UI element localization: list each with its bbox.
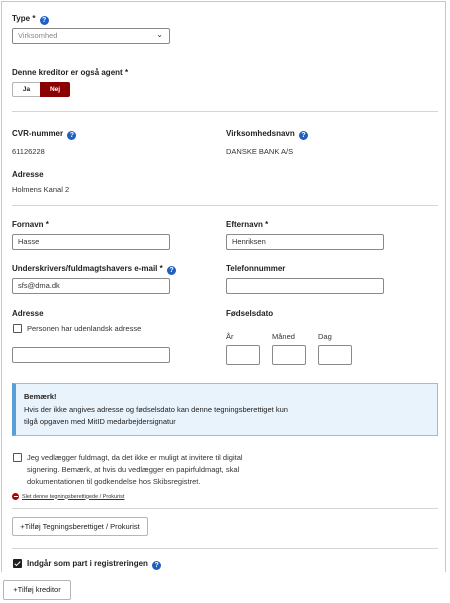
address-top-value: Holmens Kanal 2 (12, 185, 70, 194)
birthdate-label: Fødselsdato (226, 309, 274, 318)
notice-line-1: Hvis der ikke angives adresse og fødsels… (24, 405, 288, 414)
firstname-label: Fornavn * (12, 220, 49, 229)
help-icon[interactable]: ? (67, 131, 77, 140)
agent-yes-button[interactable]: Ja (12, 82, 40, 97)
cvr-label-text: CVR-nummer (12, 129, 64, 138)
required-marker: * (32, 14, 36, 23)
year-input[interactable] (226, 345, 260, 365)
foreign-address-label: Personen har udenlandsk adresse (27, 324, 142, 333)
phone-input[interactable] (226, 278, 384, 294)
attach-line-3: dokumentationen til godkendelse hos Skib… (27, 477, 201, 486)
notice-box: Bemærk! Hvis der ikke angives adresse og… (12, 383, 438, 436)
type-select[interactable]: Virksomhed ⌄ (12, 28, 170, 44)
help-icon[interactable]: ? (299, 131, 309, 140)
notice-line-2: tilgå opgaven med MitID medarbejdersigna… (24, 417, 176, 426)
day-input[interactable] (318, 345, 352, 365)
notice-title: Bemærk! (24, 392, 57, 401)
type-label: Type * ? (12, 14, 49, 25)
month-input[interactable] (272, 345, 306, 365)
include-checkbox[interactable] (13, 559, 22, 568)
divider (12, 508, 438, 509)
agent-label: Denne kreditor er også agent * (12, 68, 128, 77)
divider (12, 205, 438, 206)
cvr-value: 61126228 (12, 147, 45, 156)
chevron-down-icon: ⌄ (156, 30, 163, 39)
help-icon[interactable]: ? (167, 266, 176, 275)
add-signatory-button[interactable]: +Tilføj Tegningsberettiget / Prokurist (12, 517, 148, 536)
type-select-value: Virksomhed (18, 31, 58, 40)
company-label: Virksomhedsnavn ? (226, 129, 309, 140)
address-input[interactable] (12, 347, 170, 363)
attach-proxy-checkbox[interactable] (13, 453, 22, 462)
help-icon[interactable]: ? (39, 16, 49, 25)
lastname-label-text: Efternavn (226, 220, 263, 229)
phone-label: Telefonnummer (226, 264, 286, 273)
email-label: Underskrivers/fuldmagtshavers e-mail * ? (12, 264, 176, 275)
include-label-text: Indgår som part i registreringen (27, 559, 148, 568)
agent-toggle: Ja Nej (12, 82, 70, 97)
month-label: Måned (272, 332, 295, 341)
required-marker: * (159, 264, 163, 273)
delete-signatory-link[interactable]: Slet denne tegningsberettigede / Prokuri… (12, 493, 124, 500)
delete-signatory-text: Slet denne tegningsberettigede / Prokuri… (22, 493, 125, 500)
divider (12, 548, 438, 549)
divider (12, 111, 438, 112)
agent-no-button[interactable]: Nej (40, 82, 70, 97)
attach-line-1: Jeg vedlægger fuldmagt, da det ikke er m… (27, 453, 243, 462)
add-creditor-button[interactable]: +Tilføj kreditor (3, 580, 71, 600)
include-label: Indgår som part i registreringen ? (27, 559, 162, 570)
creditor-form: Type * ? Virksomhed ⌄ Denne kreditor er … (1, 1, 446, 572)
cvr-label: CVR-nummer ? (12, 129, 77, 140)
agent-label-text: Denne kreditor er også agent (12, 68, 123, 77)
type-label-text: Type (12, 14, 31, 23)
company-value: DANSKE BANK A/S (226, 147, 294, 156)
attach-line-2: signering. Bemærk, at hvis du vedlægger … (27, 465, 240, 474)
email-input[interactable]: sfs@dma.dk (12, 278, 170, 294)
foreign-address-checkbox[interactable] (13, 324, 22, 333)
required-marker: * (45, 220, 49, 229)
firstname-input[interactable]: Hasse (12, 234, 170, 250)
address-top-label: Adresse (12, 170, 44, 179)
email-label-text: Underskrivers/fuldmagtshavers e-mail (12, 264, 158, 273)
required-marker: * (265, 220, 269, 229)
company-label-text: Virksomhedsnavn (226, 129, 295, 138)
help-icon[interactable]: ? (152, 561, 162, 570)
day-label: Dag (318, 332, 332, 341)
firstname-label-text: Fornavn (12, 220, 44, 229)
address-label: Adresse (12, 309, 44, 318)
lastname-input[interactable]: Henriksen (226, 234, 384, 250)
minus-circle-icon (12, 493, 19, 500)
year-label: År (226, 332, 234, 341)
lastname-label: Efternavn * (226, 220, 268, 229)
attach-proxy-text: Jeg vedlægger fuldmagt, da det ikke er m… (27, 452, 243, 488)
required-marker: * (124, 68, 129, 77)
